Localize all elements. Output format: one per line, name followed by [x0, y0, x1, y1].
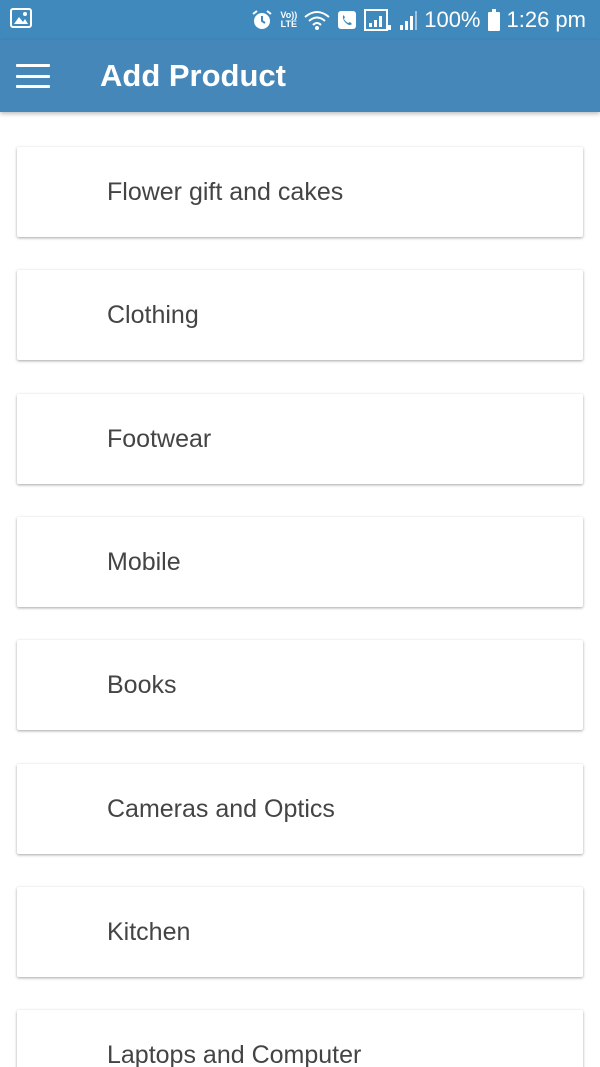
category-item-kitchen[interactable]: Kitchen — [17, 887, 583, 977]
category-item-mobile[interactable]: Mobile — [17, 517, 583, 607]
wifi-calling-icon — [337, 10, 357, 30]
category-label: Clothing — [107, 300, 199, 329]
hamburger-menu-icon[interactable] — [16, 64, 50, 88]
alarm-icon — [251, 9, 273, 31]
page-title: Add Product — [100, 58, 286, 93]
status-bar: Vo)) LTE 100% 1:26 pm — [0, 0, 600, 40]
category-item-flower-gift-and-cakes[interactable]: Flower gift and cakes — [17, 147, 583, 237]
category-label: Footwear — [107, 424, 212, 453]
signal-icon — [364, 9, 392, 31]
category-label: Cameras and Optics — [107, 794, 335, 823]
signal-icon — [399, 10, 418, 30]
category-item-clothing[interactable]: Clothing — [17, 270, 583, 360]
battery-percentage: 100% — [424, 7, 481, 32]
category-item-laptops-and-computer[interactable]: Laptops and Computer — [17, 1010, 583, 1067]
category-label: Laptops and Computer — [107, 1040, 362, 1067]
battery-icon — [487, 9, 500, 31]
category-item-footwear[interactable]: Footwear — [17, 394, 583, 484]
category-label: Kitchen — [107, 917, 191, 946]
clock-time: 1:26 pm — [506, 7, 587, 32]
app-bar: Add Product — [0, 40, 600, 112]
category-label: Flower gift and cakes — [107, 177, 344, 206]
image-icon — [10, 7, 32, 33]
category-item-books[interactable]: Books — [17, 640, 583, 730]
category-item-cameras-and-optics[interactable]: Cameras and Optics — [17, 764, 583, 854]
category-label: Books — [107, 670, 177, 699]
category-label: Mobile — [107, 547, 181, 576]
wifi-icon — [304, 10, 330, 30]
volte-bottom-text: LTE — [280, 19, 297, 29]
volte-icon: Vo)) LTE — [280, 11, 297, 29]
